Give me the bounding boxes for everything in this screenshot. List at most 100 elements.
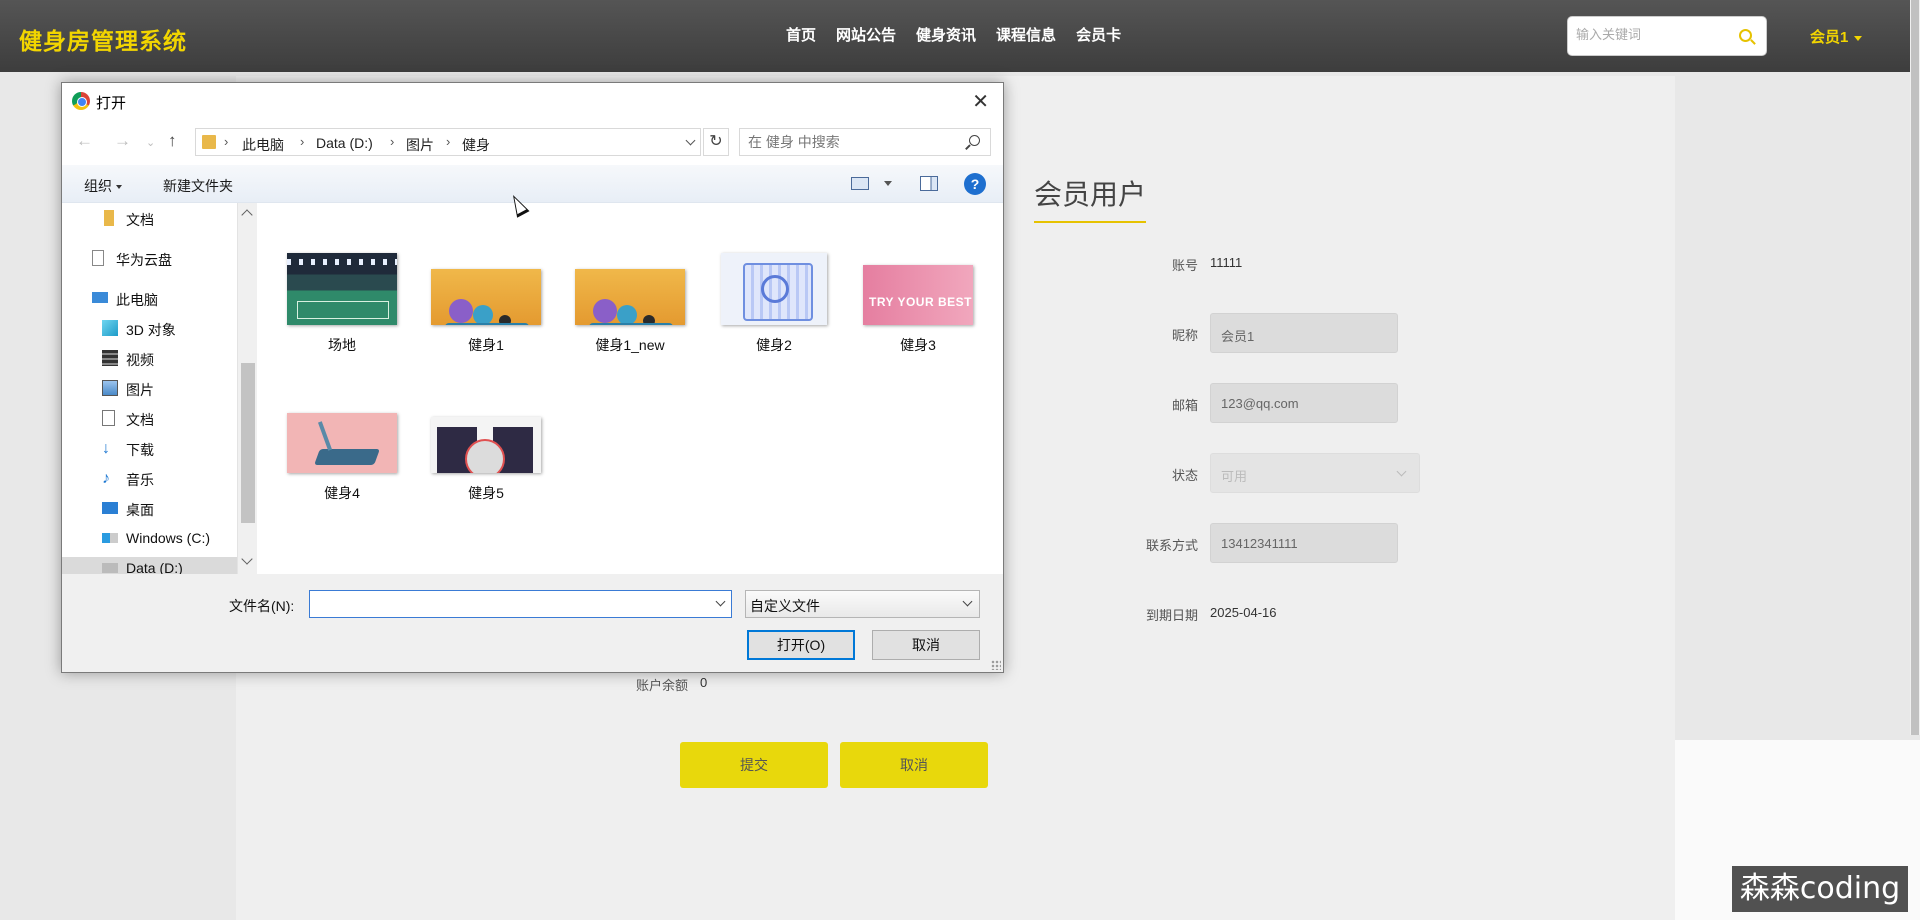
nav-item-label: 视频 [126,352,154,368]
nav-item-label: 桌面 [126,502,154,518]
chevron-right-icon: › [300,134,305,149]
status-select[interactable]: 可用 [1210,453,1420,493]
file-name: 健身1_new [595,337,665,353]
open-button[interactable]: 打开(O) [747,630,855,660]
site-brand[interactable]: 健身房管理系统 [19,22,187,56]
field-label-account: 账号 [1171,258,1198,273]
chevron-down-icon[interactable] [241,553,253,565]
submit-button[interactable]: 提交 [680,742,828,788]
dialog-footer: 文件名(N): 自定义文件 打开(O) 取消 [62,574,1003,672]
file-name: 健身3 [900,337,936,353]
chevron-down-icon [962,596,973,607]
forward-arrow-icon[interactable]: → [114,131,131,151]
caret-down-icon[interactable] [884,181,892,186]
dialog-cancel-button[interactable]: 取消 [872,630,980,660]
view-options-icon[interactable] [851,177,869,190]
nav-courses[interactable]: 课程信息 [996,24,1056,45]
help-icon[interactable]: ? [964,173,986,195]
recent-locations-icon[interactable]: ⌄ [146,136,155,149]
drive-c-icon [102,533,118,543]
file-item[interactable]: 健身1 [421,253,551,355]
nav-fitness-news[interactable]: 健身资讯 [916,24,976,45]
nav-item-label: 文档 [126,212,154,228]
resize-grip-icon[interactable] [991,660,1001,670]
preview-pane-icon[interactable] [920,176,938,191]
chevron-right-icon: › [390,134,395,149]
file-item[interactable]: 健身1_new [565,253,695,355]
up-arrow-icon[interactable]: ↑ [168,131,177,151]
file-item[interactable]: 场地 [277,253,407,355]
chevron-right-icon: › [224,134,229,149]
nav-announcements[interactable]: 网站公告 [836,24,896,45]
file-item[interactable]: 健身2 [709,253,839,355]
main-nav: 首页 网站公告 健身资讯 课程信息 会员卡 [786,24,1141,45]
address-bar[interactable]: › 此电脑 › Data (D:) › 图片 › 健身 [195,128,701,156]
file-list: 场地 健身1 健身1_new 健身2 TRY YOUR BEST 健身3 健身4… [257,203,1003,574]
folder-icon [202,135,216,149]
dialog-search [739,128,991,156]
field-label-email: 邮箱 [1171,398,1198,413]
organize-menu[interactable]: 组织 [84,176,122,196]
page-scrollbar[interactable] [1910,0,1920,735]
file-thumbnail [721,253,827,325]
file-open-dialog: 打开 ✕ ← → ⌄ ↑ › 此电脑 › Data (D:) › 图片 › 健身… [61,82,1004,673]
dialog-toolbar: 组织 新建文件夹 ? [62,165,1003,203]
navigation-scrollbar-thumb[interactable] [241,363,255,523]
nav-home[interactable]: 首页 [786,24,816,45]
back-arrow-icon[interactable]: ← [76,131,93,151]
dialog-search-input[interactable] [748,134,948,150]
file-name: 健身1 [468,337,504,353]
breadcrumb-this-pc[interactable]: 此电脑 [242,135,284,155]
chevron-up-icon[interactable] [241,209,253,221]
search-icon[interactable] [969,135,980,146]
chevron-down-icon[interactable] [715,596,726,607]
file-item[interactable]: 健身4 [277,401,407,503]
nav-item-label: Windows (C:) [126,530,211,546]
phone-field[interactable]: 13412341111 [1210,523,1398,563]
user-menu[interactable]: 会员1 [1810,26,1863,47]
video-icon [102,350,118,366]
file-thumbnail [431,417,541,473]
site-search [1567,16,1767,56]
thumbnail-caption: TRY YOUR BEST [869,295,972,309]
balance-value: 0 [700,675,708,690]
chevron-down-icon[interactable] [685,135,696,146]
filetype-select[interactable]: 自定义文件 [745,590,980,618]
breadcrumb-pictures[interactable]: 图片 [406,135,434,155]
dialog-title: 打开 [96,95,127,112]
breadcrumb-fitness[interactable]: 健身 [462,135,490,155]
email-field[interactable]: 123@qq.com [1210,383,1398,423]
field-label-nickname: 昵称 [1171,328,1198,343]
breadcrumb-data-d[interactable]: Data (D:) [316,135,373,151]
file-name: 健身5 [468,485,504,501]
documents-icon [102,410,115,426]
nickname-field[interactable]: 会员1 [1210,313,1398,353]
filename-input[interactable] [309,590,732,618]
file-item[interactable]: TRY YOUR BEST 健身3 [853,253,983,355]
close-icon[interactable]: ✕ [972,89,989,114]
nav-item-label: Data (D:) [126,560,183,574]
file-name: 健身2 [756,337,792,353]
page-scrollbar-thumb[interactable] [1911,0,1919,735]
nav-item-label: 音乐 [126,472,154,488]
dialog-titlebar[interactable]: 打开 ✕ [62,83,1003,119]
field-label-status: 状态 [1171,468,1198,483]
nav-membership-card[interactable]: 会员卡 [1076,24,1121,45]
cancel-button[interactable]: 取消 [840,742,988,788]
site-search-input[interactable] [1576,27,1736,42]
nav-item-label: 文档 [126,412,154,428]
new-folder-button[interactable]: 新建文件夹 [163,176,233,196]
search-icon[interactable] [1739,29,1752,42]
nav-item-label: 华为云盘 [116,252,172,268]
navigation-pane: 文档 华为云盘 此电脑 3D 对象 视频 图片 文档 ↓ 下载 ♪ 音乐 桌面 … [62,203,237,574]
top-navbar: 健身房管理系统 首页 网站公告 健身资讯 课程信息 会员卡 会员1 [0,0,1920,72]
organize-label: 组织 [84,178,112,194]
refresh-icon[interactable]: ↻ [703,128,729,156]
file-name: 场地 [328,337,356,353]
nav-item-label: 图片 [126,382,154,398]
cloud-drive-icon [92,250,104,266]
nav-item-data-d[interactable]: Data (D:) [62,557,237,574]
navigation-scrollbar[interactable] [237,203,257,574]
file-thumbnail [431,269,541,325]
file-item[interactable]: 健身5 [421,401,551,503]
